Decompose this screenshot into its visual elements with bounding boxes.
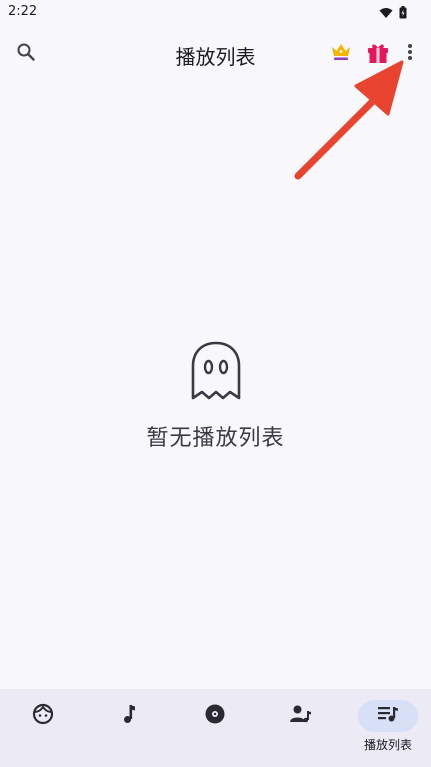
nav-icon-container (13, 700, 73, 732)
status-time: 2:22 (8, 4, 38, 19)
nav-item-artists[interactable] (258, 689, 344, 767)
ghost-icon (190, 340, 242, 404)
nav-icon-container (271, 700, 331, 732)
more-vert-icon (407, 43, 413, 65)
playlist-icon (377, 705, 399, 727)
more-options-button[interactable] (400, 42, 420, 66)
nav-item-songs[interactable] (86, 689, 172, 767)
wifi-icon (379, 4, 393, 23)
status-bar: 2:22 (0, 0, 431, 24)
battery-icon (399, 4, 407, 23)
search-icon (16, 42, 36, 66)
premium-button[interactable] (328, 42, 354, 66)
playlist-screen: 2:22 播放列表 暂无播放列表 播放列表 (0, 0, 431, 767)
gift-icon (366, 41, 390, 69)
status-icons (379, 4, 407, 23)
face-icon (32, 703, 54, 729)
gift-button[interactable] (365, 42, 391, 68)
album-icon (204, 703, 226, 729)
nav-icon-container (358, 700, 418, 732)
artist-icon (290, 704, 312, 728)
nav-label: 播放列表 (363, 738, 412, 752)
nav-item-face[interactable] (0, 689, 86, 767)
nav-item-albums[interactable] (172, 689, 258, 767)
crown-icon (330, 42, 352, 66)
search-button[interactable] (12, 40, 40, 68)
empty-state: 暂无播放列表 (0, 340, 431, 452)
empty-message: 暂无播放列表 (146, 426, 285, 451)
bottom-nav: 播放列表 (0, 689, 431, 767)
nav-item-playlists[interactable]: 播放列表 (345, 689, 431, 767)
music-note-icon (121, 704, 137, 728)
app-bar: 播放列表 (0, 30, 431, 78)
nav-icon-container (99, 700, 159, 732)
nav-icon-container (185, 700, 245, 732)
